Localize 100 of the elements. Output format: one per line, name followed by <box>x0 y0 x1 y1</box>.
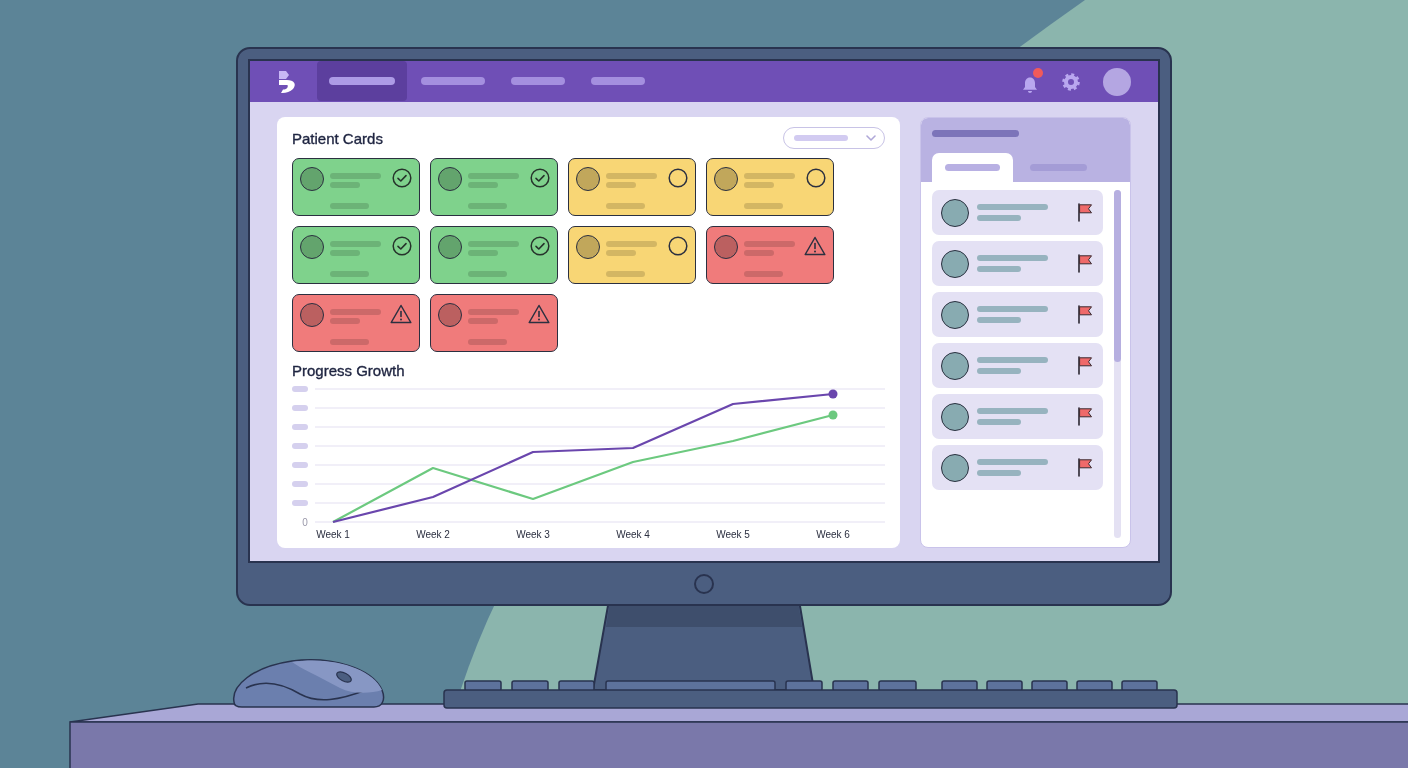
placeholder-bar <box>977 255 1048 261</box>
section-title: Patient Cards <box>292 129 383 147</box>
avatar-icon <box>714 235 738 259</box>
placeholder-bar <box>744 173 795 179</box>
avatar-icon <box>438 303 462 327</box>
settings-icon[interactable] <box>1062 72 1080 91</box>
tick-placeholder <box>292 462 308 468</box>
circle-icon <box>806 168 826 188</box>
tick-placeholder <box>292 500 308 506</box>
data-point <box>828 410 838 420</box>
notification-bell-icon[interactable] <box>1021 76 1039 95</box>
avatar-icon <box>941 198 969 227</box>
axis-label: Week 6 <box>816 529 850 540</box>
placeholder-bar <box>330 271 369 277</box>
avatar-icon <box>941 300 969 329</box>
placeholder-bar <box>977 368 1021 374</box>
placeholder-bar <box>330 182 360 188</box>
placeholder-bar <box>330 173 381 179</box>
patient-card[interactable] <box>292 158 420 216</box>
placeholder-bar <box>606 250 636 256</box>
tick-placeholder <box>292 443 308 449</box>
patient-card[interactable] <box>706 158 834 216</box>
placeholder-bar <box>468 173 519 179</box>
avatar-icon <box>438 167 462 191</box>
patient-card[interactable] <box>706 226 834 284</box>
placeholder-bar <box>468 318 498 324</box>
patient-list-item[interactable] <box>932 241 1103 286</box>
check-circle-icon <box>392 236 412 256</box>
placeholder-bar <box>977 317 1021 323</box>
nav-tab[interactable] <box>317 61 407 101</box>
placeholder-bar <box>977 215 1021 221</box>
placeholder-bar <box>468 182 498 188</box>
placeholder-bar <box>468 203 507 209</box>
patient-list-item[interactable] <box>932 343 1103 388</box>
placeholder-bar <box>511 77 565 85</box>
scrollbar-thumb[interactable] <box>1114 190 1121 362</box>
avatar-icon <box>714 167 738 191</box>
patient-list-item[interactable] <box>932 292 1103 337</box>
placeholder-bar <box>744 182 774 188</box>
warning-icon <box>804 236 826 256</box>
check-circle-icon <box>530 236 550 256</box>
avatar-icon <box>300 235 324 259</box>
avatar-icon[interactable] <box>1103 67 1131 96</box>
patient-card[interactable] <box>430 294 558 352</box>
placeholder-bar <box>744 203 783 209</box>
placeholder-bar <box>468 250 498 256</box>
placeholder-bar <box>330 203 369 209</box>
patient-card[interactable] <box>568 158 696 216</box>
tick-placeholder <box>292 386 308 392</box>
patient-card[interactable] <box>430 158 558 216</box>
filter-dropdown[interactable] <box>783 127 885 149</box>
avatar-icon <box>576 167 600 191</box>
data-point <box>828 389 838 399</box>
patient-list-item[interactable] <box>932 190 1103 235</box>
placeholder-bar <box>330 309 381 315</box>
placeholder-bar <box>606 271 645 277</box>
placeholder-bar <box>606 173 657 179</box>
tick-placeholder <box>292 424 308 430</box>
placeholder-bar <box>468 339 507 345</box>
patient-card[interactable] <box>430 226 558 284</box>
placeholder-bar <box>744 241 795 247</box>
check-circle-icon <box>530 168 550 188</box>
avatar-icon <box>576 235 600 259</box>
avatar-icon <box>438 235 462 259</box>
placeholder-bar <box>744 250 774 256</box>
patient-list-item[interactable] <box>932 394 1103 439</box>
avatar-icon <box>941 453 969 482</box>
axis-label: Week 1 <box>316 529 350 540</box>
tick-placeholder <box>292 481 308 487</box>
placeholder-bar <box>977 266 1021 272</box>
axis-label: Week 5 <box>716 529 750 540</box>
tick-placeholder <box>292 405 308 411</box>
placeholder-bar <box>977 419 1021 425</box>
check-circle-icon <box>392 168 412 188</box>
placeholder-bar <box>330 318 360 324</box>
patient-card[interactable] <box>568 226 696 284</box>
scrollbar-track[interactable] <box>1114 190 1121 538</box>
patient-card[interactable] <box>292 226 420 284</box>
placeholder-bar <box>977 459 1048 465</box>
placeholder-bar <box>977 470 1021 476</box>
avatar-icon <box>300 167 324 191</box>
axis-label: Week 4 <box>616 529 650 540</box>
placeholder-bar <box>421 77 485 85</box>
avatar-icon <box>941 351 969 380</box>
axis-label: Week 2 <box>416 529 450 540</box>
avatar-icon <box>300 303 324 327</box>
circle-icon <box>668 236 688 256</box>
placeholder-bar <box>606 182 636 188</box>
placeholder-bar <box>945 164 1000 171</box>
panel-tab[interactable] <box>932 153 1013 182</box>
placeholder-bar <box>468 241 519 247</box>
placeholder-bar <box>977 357 1048 363</box>
placeholder-bar <box>794 135 848 141</box>
section-title: Progress Growth <box>292 362 406 379</box>
patient-list-item[interactable] <box>932 445 1103 490</box>
circle-icon <box>668 168 688 188</box>
warning-icon <box>390 304 412 324</box>
patient-card[interactable] <box>292 294 420 352</box>
placeholder-bar <box>977 408 1048 414</box>
power-button-icon[interactable] <box>694 573 714 594</box>
